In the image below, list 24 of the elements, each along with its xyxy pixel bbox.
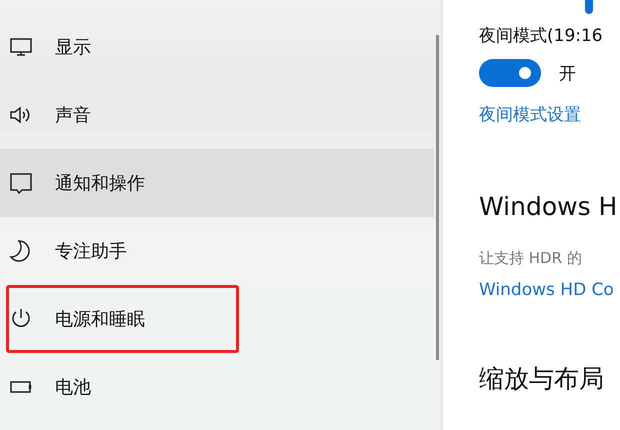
moon-icon [9,239,33,263]
scrollbar[interactable] [436,35,439,360]
section-heading: 缩放与布局 [479,363,605,395]
sidebar-item[interactable]: 通知和操作 [0,149,434,217]
hdr-settings-link[interactable]: Windows HD Co [479,280,620,300]
sidebar-item-label: 电池 [55,376,91,399]
sidebar-item-label: 显示 [55,36,91,59]
sidebar-item[interactable]: 电源和睡眠 [0,285,434,353]
toggle-switch[interactable] [479,59,541,87]
sidebar-item-label: 通知和操作 [55,172,145,195]
sidebar-item-label: 声音 [55,104,91,127]
hdr-description: 让支持 HDR 的 [479,249,583,268]
sidebar-item[interactable]: 专注助手 [0,217,434,285]
sidebar-item[interactable]: 显示 [0,13,434,81]
toggle-state-label: 开 [559,62,576,84]
section-heading: Windows H [479,192,618,221]
sidebar-item-label: 专注助手 [55,240,127,263]
sidebar-item-label: 电源和睡眠 [55,308,145,331]
sidebar-item[interactable]: 声音 [0,81,434,149]
slider-thumb[interactable] [585,0,593,14]
sidebar-item[interactable]: 电池 [0,353,434,421]
night-mode-label: 夜间模式(19:16 [479,25,604,47]
night-mode-settings-link[interactable]: 夜间模式设置 [479,103,620,126]
speech-bubble-icon [9,171,33,195]
